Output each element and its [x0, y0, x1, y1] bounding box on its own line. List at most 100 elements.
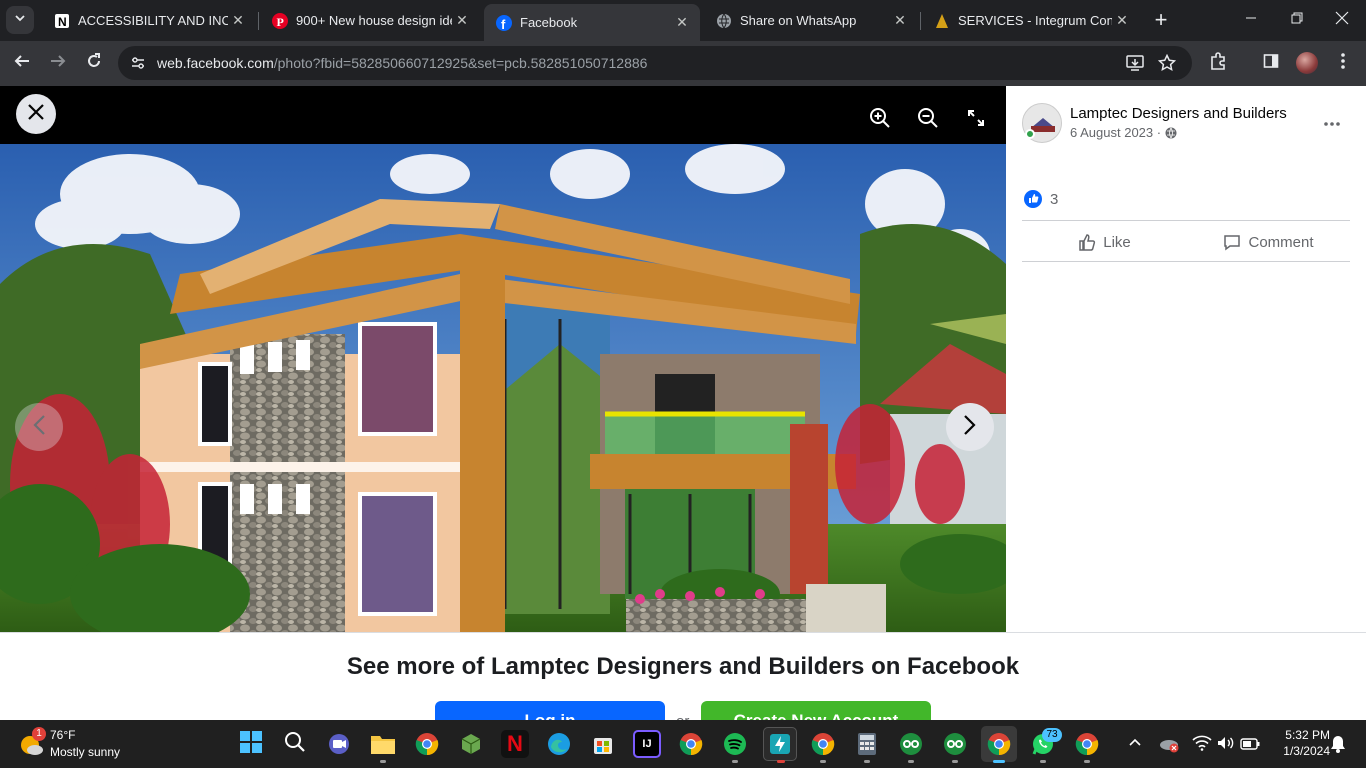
svg-text:f: f	[501, 17, 506, 31]
show-hidden-icons-button[interactable]	[1128, 735, 1142, 754]
battery-icon[interactable]	[1240, 737, 1260, 755]
tab-pinterest[interactable]: P 900+ New house design ide ✕	[260, 6, 480, 35]
address-bar[interactable]: web.facebook.com/photo?fbid=582850660712…	[118, 46, 1192, 80]
comment-icon	[1222, 232, 1242, 252]
edge-icon[interactable]	[545, 730, 573, 758]
close-tab-icon[interactable]: ✕	[1112, 11, 1132, 31]
windows-logo-icon	[240, 730, 262, 758]
tab-search-button[interactable]	[6, 6, 34, 34]
restore-icon	[1291, 11, 1303, 29]
more-horizontal-icon	[1324, 113, 1340, 131]
notification-bell-icon[interactable]	[1330, 735, 1346, 758]
clock-time: 5:32 PM	[1285, 728, 1330, 742]
google-meet-app-icon[interactable]	[897, 730, 925, 758]
wifi-icon[interactable]	[1192, 735, 1212, 756]
svg-text:P: P	[277, 15, 284, 29]
profile-button[interactable]	[1293, 49, 1321, 77]
reload-button[interactable]	[80, 49, 108, 77]
previous-photo-button[interactable]	[15, 403, 63, 451]
svg-text:N: N	[58, 15, 67, 29]
create-account-label: Create New Account	[734, 711, 899, 720]
page-name-link[interactable]: Lamptec Designers and Builders	[1070, 105, 1287, 122]
onedrive-icon[interactable]	[1158, 735, 1180, 758]
tab-facebook[interactable]: f Facebook ✕	[484, 4, 700, 41]
cube-app-icon[interactable]	[457, 730, 485, 758]
weather-widget[interactable]: 1 76°F Mostly sunny	[14, 725, 144, 763]
or-separator: or	[676, 713, 689, 720]
like-button[interactable]: Like	[1022, 225, 1186, 259]
install-app-icon[interactable]	[1126, 54, 1144, 77]
login-button[interactable]: Log in	[435, 701, 665, 720]
site-settings-icon[interactable]	[130, 55, 146, 76]
search-icon	[284, 731, 306, 758]
close-tab-icon[interactable]: ✕	[452, 11, 472, 31]
side-panel-button[interactable]	[1257, 49, 1285, 77]
minimize-button[interactable]	[1237, 6, 1265, 34]
zoom-out-button[interactable]	[912, 104, 944, 136]
bolt-app-icon[interactable]	[763, 727, 797, 761]
comment-label: Comment	[1248, 233, 1314, 251]
back-button[interactable]	[8, 49, 36, 77]
restore-button[interactable]	[1283, 6, 1311, 34]
login-label: Log in	[525, 711, 576, 720]
tab-title: ACCESSIBILITY AND INCLUSI	[78, 13, 228, 28]
globe-icon	[716, 13, 732, 29]
tab-integrum[interactable]: SERVICES - Integrum Constr ✕	[922, 6, 1140, 35]
reaction-count: 3	[1050, 190, 1059, 208]
whatsapp-unread-badge: 73	[1042, 728, 1062, 742]
microsoft-store-icon[interactable]	[589, 730, 617, 758]
netflix-icon[interactable]: N	[501, 730, 529, 758]
calculator-icon[interactable]	[853, 730, 881, 758]
close-viewer-button[interactable]	[16, 94, 56, 134]
post-options-button[interactable]	[1316, 106, 1348, 138]
comment-button[interactable]: Comment	[1186, 225, 1350, 259]
next-photo-button[interactable]	[946, 403, 994, 451]
spotify-icon[interactable]	[721, 730, 749, 758]
chrome-menu-button[interactable]	[1329, 49, 1357, 77]
chrome-second-profile-icon[interactable]	[809, 730, 837, 758]
url-text[interactable]: web.facebook.com/photo?fbid=582850660712…	[157, 55, 647, 71]
login-prompt-banner: See more of Lamptec Designers and Builde…	[0, 632, 1366, 720]
banner-headline: See more of Lamptec Designers and Builde…	[346, 653, 1020, 680]
file-explorer-icon[interactable]	[369, 730, 397, 758]
chrome-third-icon[interactable]	[1073, 730, 1101, 758]
forward-button[interactable]	[44, 49, 72, 77]
create-account-button[interactable]: Create New Account	[701, 701, 931, 720]
close-tab-icon[interactable]: ✕	[890, 11, 910, 31]
expand-icon	[967, 109, 985, 132]
tab-accessibility[interactable]: N ACCESSIBILITY AND INCLUSI ✕	[42, 6, 256, 35]
browser-toolbar: web.facebook.com/photo?fbid=582850660712…	[0, 41, 1366, 113]
chevron-right-icon	[963, 414, 977, 441]
volume-icon[interactable]	[1216, 735, 1236, 756]
close-window-button[interactable]	[1328, 6, 1356, 34]
chrome-active-window-icon[interactable]	[981, 726, 1017, 762]
integrum-icon	[934, 13, 950, 29]
url-path: /photo?fbid=582850660712925&set=pcb.5828…	[273, 55, 648, 71]
reaction-summary[interactable]: 3	[1024, 190, 1058, 208]
new-tab-button[interactable]: +	[1147, 6, 1175, 34]
start-button[interactable]	[237, 730, 265, 758]
extensions-button[interactable]	[1204, 49, 1232, 77]
online-status-dot	[1025, 129, 1035, 139]
intellij-icon[interactable]: IJ	[633, 730, 661, 758]
tab-title: 900+ New house design ide	[296, 13, 452, 28]
teams-meet-icon[interactable]	[325, 730, 353, 758]
search-button[interactable]	[281, 730, 309, 758]
close-tab-icon[interactable]: ✕	[672, 13, 692, 33]
notion-icon: N	[54, 13, 70, 29]
chrome-icon[interactable]	[413, 730, 441, 758]
tab-title: Share on WhatsApp	[740, 13, 857, 28]
bookmark-star-icon[interactable]	[1157, 53, 1177, 77]
house-rendering-photo	[0, 144, 1006, 634]
fullscreen-button[interactable]	[960, 104, 992, 136]
zoom-out-icon	[917, 107, 939, 134]
post-date[interactable]: 6 August 2023 ·	[1070, 125, 1177, 140]
zoom-in-button[interactable]	[864, 104, 896, 136]
google-meet-app-second-icon[interactable]	[941, 730, 969, 758]
close-tab-icon[interactable]: ✕	[228, 11, 248, 31]
clock[interactable]: 5:32 PM 1/3/2024	[1264, 727, 1330, 759]
clock-date: 1/3/2024	[1283, 744, 1330, 758]
photo-viewer	[0, 86, 1006, 634]
tab-whatsapp-share[interactable]: Share on WhatsApp ✕	[704, 6, 918, 35]
chrome-profile-icon[interactable]	[677, 730, 705, 758]
